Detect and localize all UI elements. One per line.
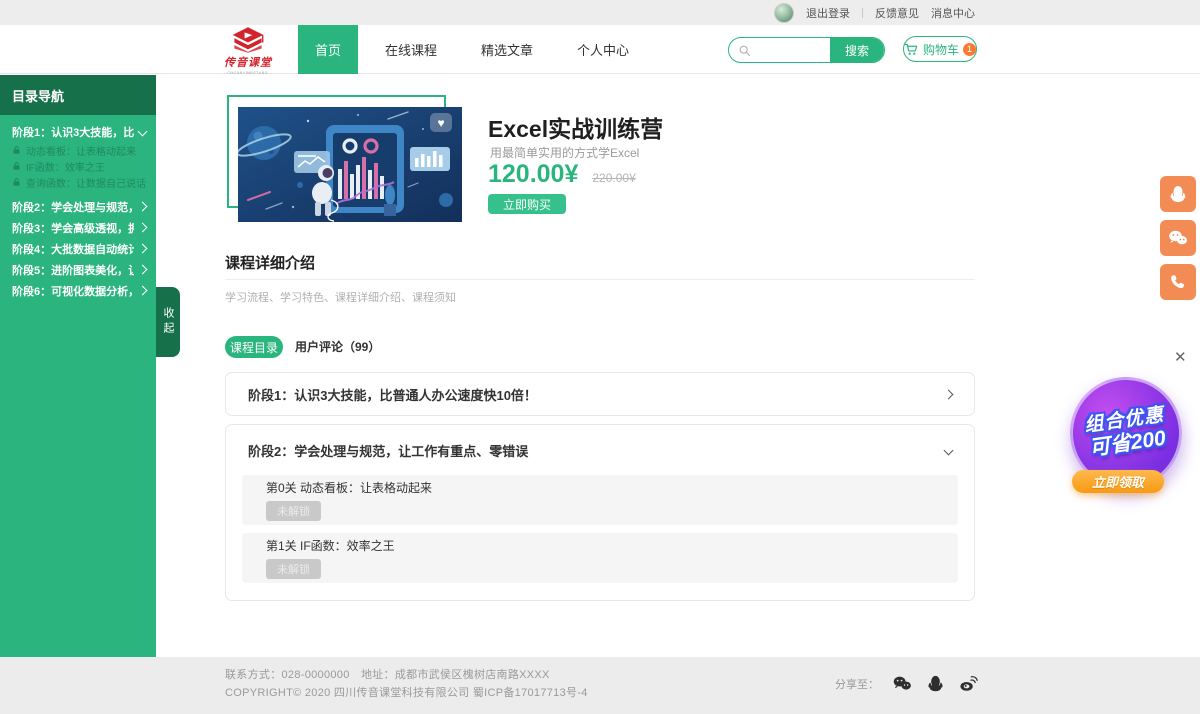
chevron-right-icon	[138, 286, 148, 296]
stage-label: 阶段5：进阶图表美化，让汇报一...	[12, 262, 134, 278]
logout-link[interactable]: 退出登录	[806, 5, 850, 21]
sidebar-stage-6[interactable]: 阶段6：可视化数据分析，帮老板...	[0, 280, 156, 301]
share-qq-icon[interactable]	[926, 674, 945, 693]
phone-icon	[1169, 273, 1187, 291]
share-weibo-icon[interactable]	[958, 674, 979, 693]
buy-now-button[interactable]: 立即购买	[488, 194, 566, 214]
locked-status-badge: 未解锁	[266, 559, 321, 579]
locked-lesson-label: IF函数：效率之王	[26, 159, 105, 174]
locked-lesson-label: 动态看板：让表格动起来	[26, 143, 136, 158]
cart-count-badge: 1	[963, 43, 976, 56]
lock-icon	[12, 177, 21, 187]
accordion-stage-title: 阶段2：学会处理与规范，让工作有重点、零错误	[248, 441, 528, 460]
user-avatar[interactable]	[774, 3, 794, 23]
chevron-down-icon	[944, 445, 954, 455]
nav-item-home[interactable]: 首页	[298, 25, 358, 74]
footer-contact: 联系方式：028-0000000 地址：成都市武侯区槐树店南路XXXX	[225, 666, 550, 682]
sidebar-stage-5[interactable]: 阶段5：进阶图表美化，让汇报一...	[0, 259, 156, 280]
sidebar-collapse-button[interactable]: 收起	[156, 287, 180, 357]
accordion-stage-title: 阶段1：认识3大技能，比普通人办公速度快10倍！	[248, 385, 537, 404]
nav-menu: 首页 在线课程 精选文章 个人中心	[298, 25, 646, 74]
detail-summary: 学习流程、学习特色、课程详细介绍、课程须知	[225, 289, 456, 305]
share-bar: 分享至：	[835, 674, 979, 693]
cart-button[interactable]: 购物车 1	[903, 36, 977, 62]
cart-label: 购物车	[923, 41, 959, 58]
promo-close-icon[interactable]: ✕	[1174, 348, 1187, 366]
lesson-title: 第0关 动态看板：让表格动起来	[266, 479, 934, 496]
chevron-right-icon	[944, 389, 954, 399]
accordion-stage-2: 阶段2：学会处理与规范，让工作有重点、零错误 第0关 动态看板：让表格动起来 未…	[225, 424, 975, 601]
lesson-row-1[interactable]: 第0关 动态看板：让表格动起来 未解锁	[242, 475, 958, 525]
sidebar-stage-4[interactable]: 阶段4：大批数据自动统计分析，...	[0, 238, 156, 259]
price-row: 120.00¥ 220.00¥	[488, 160, 636, 189]
sidebar-lesson-locked-3[interactable]: 查询函数：让数据自己说话	[0, 174, 156, 190]
search-input[interactable]	[756, 39, 830, 61]
search-button[interactable]: 搜索	[830, 37, 884, 63]
lock-icon	[12, 161, 21, 171]
favorite-button[interactable]: ♥	[430, 113, 452, 132]
heart-icon: ♥	[437, 116, 444, 130]
stage-label: 阶段4：大批数据自动统计分析，...	[12, 241, 134, 257]
sidebar-stage-1[interactable]: 阶段1：认识3大技能，比普通人...	[0, 121, 156, 142]
detail-heading: 课程详细介绍	[225, 252, 315, 273]
course-subtitle: 用最简单实用的方式学Excel	[490, 144, 639, 161]
sidebar-stage-3[interactable]: 阶段3：学会高级透视，拥有同时...	[0, 217, 156, 238]
claim-coupon-button[interactable]: 立即领取	[1072, 470, 1164, 493]
course-page: 退出登录 反馈意见 消息中心 传音课堂 CHUANYINKETANG 首页 在线…	[0, 0, 1200, 714]
lock-icon	[12, 145, 21, 155]
tab-course-catalog[interactable]: 课程目录	[225, 336, 283, 358]
divider	[225, 279, 975, 280]
brand-name: 传音课堂	[224, 54, 272, 70]
sidebar-title: 目录导航	[0, 75, 156, 115]
footer-copyright: COPYRIGHT© 2020 四川传音课堂科技有限公司 蜀ICP备170177…	[225, 684, 588, 700]
course-cover	[238, 107, 462, 222]
topbar-divider	[862, 8, 863, 18]
phone-contact-button[interactable]	[1160, 264, 1196, 300]
share-label: 分享至：	[835, 676, 879, 692]
chevron-right-icon	[138, 265, 148, 275]
lesson-title: 第1关 IF函数：效率之王	[266, 537, 934, 554]
chevron-right-icon	[138, 223, 148, 233]
search-box: 搜索	[728, 37, 885, 63]
stage-label: 阶段1：认识3大技能，比普通人...	[12, 124, 134, 140]
chevron-right-icon	[138, 202, 148, 212]
sidebar-lesson-locked-2[interactable]: IF函数：效率之王	[0, 158, 156, 174]
stage-label: 阶段3：学会高级透视，拥有同时...	[12, 220, 134, 236]
wechat-icon	[1167, 228, 1189, 248]
locked-lesson-label: 查询函数：让数据自己说话	[26, 175, 146, 190]
brand-icon	[231, 27, 265, 53]
tab-user-comments[interactable]: 用户评论（99）	[295, 336, 380, 358]
stage-label: 阶段6：可视化数据分析，帮老板...	[12, 283, 134, 299]
stage-label: 阶段2：学会处理与规范，让工作...	[12, 199, 134, 215]
messages-link[interactable]: 消息中心	[931, 5, 975, 21]
locked-status-badge: 未解锁	[266, 501, 321, 521]
search-icon	[738, 44, 751, 57]
collapse-label: 收起	[160, 307, 176, 337]
brand-subtitle: CHUANYINKETANG	[228, 70, 269, 75]
chevron-right-icon	[138, 244, 148, 254]
course-title: Excel实战训练营	[488, 110, 663, 144]
nav-item-courses[interactable]: 在线课程	[368, 25, 454, 74]
qq-icon	[1168, 184, 1188, 204]
lesson-row-2[interactable]: 第1关 IF函数：效率之王 未解锁	[242, 533, 958, 583]
sidebar-lesson-locked-1[interactable]: 动态看板：让表格动起来	[0, 142, 156, 158]
current-price: 120.00¥	[488, 160, 578, 189]
nav-item-profile[interactable]: 个人中心	[560, 25, 646, 74]
wechat-contact-button[interactable]	[1160, 220, 1196, 256]
course-cover-illustration	[238, 107, 462, 222]
share-wechat-icon[interactable]	[892, 674, 913, 693]
qq-contact-button[interactable]	[1160, 176, 1196, 212]
cart-icon	[904, 43, 919, 56]
accordion-stage-1[interactable]: 阶段1：认识3大技能，比普通人办公速度快10倍！	[225, 372, 975, 416]
original-price: 220.00¥	[592, 171, 635, 185]
feedback-link[interactable]: 反馈意见	[875, 5, 919, 21]
accordion-stage-2-header[interactable]: 阶段2：学会处理与规范，让工作有重点、零错误	[226, 425, 974, 475]
catalog-sidebar: 目录导航 阶段1：认识3大技能，比普通人... 动态看板：让表格动起来 IF函数…	[0, 75, 156, 657]
nav-item-articles[interactable]: 精选文章	[464, 25, 550, 74]
chevron-down-icon	[138, 127, 148, 137]
footer	[0, 657, 1200, 714]
sidebar-stage-2[interactable]: 阶段2：学会处理与规范，让工作...	[0, 196, 156, 217]
topbar: 退出登录 反馈意见 消息中心	[0, 0, 1200, 25]
brand-logo[interactable]: 传音课堂 CHUANYINKETANG	[220, 27, 276, 75]
